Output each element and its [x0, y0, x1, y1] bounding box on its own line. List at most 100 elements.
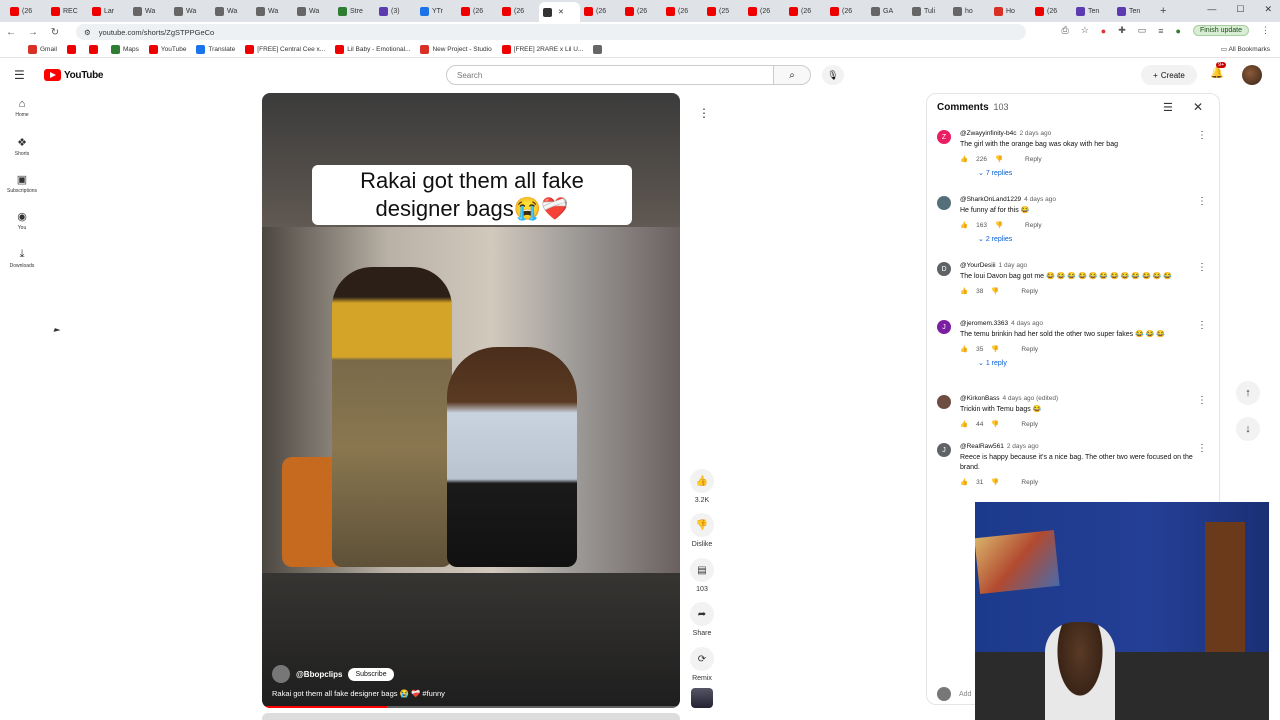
- back-icon[interactable]: ←: [0, 27, 22, 38]
- short-video-player[interactable]: Rakai got them all fake designer bags😭❤️…: [262, 93, 680, 708]
- comment-avatar[interactable]: J: [937, 443, 951, 457]
- comment-more-icon[interactable]: ⋮: [1197, 262, 1207, 273]
- add-comment-row[interactable]: Add: [937, 687, 971, 701]
- comment-more-icon[interactable]: ⋮: [1197, 130, 1207, 141]
- reply-button[interactable]: Reply: [1025, 156, 1042, 163]
- comment-author[interactable]: @SharkOnLand1229: [960, 196, 1021, 203]
- voice-search-button[interactable]: 🎙: [822, 65, 844, 85]
- view-replies-button[interactable]: ⌄ 7 replies: [978, 169, 1207, 177]
- reply-button[interactable]: Reply: [1025, 222, 1042, 229]
- close-icon[interactable]: ✕: [1193, 100, 1203, 114]
- browser-tab[interactable]: Stre: [334, 2, 375, 20]
- browser-tab[interactable]: Wa: [293, 2, 334, 20]
- youtube-logo[interactable]: YouTube: [44, 69, 104, 81]
- browser-tab[interactable]: (26: [6, 2, 47, 20]
- bookmark-item[interactable]: [593, 45, 605, 54]
- browser-tab[interactable]: (26: [744, 2, 785, 20]
- comment-author[interactable]: @RealRaw561: [960, 443, 1004, 450]
- browser-tab[interactable]: Ten: [1113, 2, 1154, 20]
- reply-button[interactable]: Reply: [1021, 479, 1038, 486]
- browser-tab[interactable]: Wa: [252, 2, 293, 20]
- star-icon[interactable]: ☆: [1081, 25, 1089, 36]
- browser-tab[interactable]: ✕: [539, 2, 580, 22]
- next-short-preview[interactable]: [262, 713, 680, 720]
- reply-button[interactable]: Reply: [1021, 421, 1038, 428]
- close-window-icon[interactable]: ✕: [1264, 4, 1272, 15]
- comment-author[interactable]: @Zwayyinfinity-b4c: [960, 130, 1016, 137]
- comment-more-icon[interactable]: ⋮: [1197, 395, 1207, 406]
- more-options-icon[interactable]: ⋮: [698, 106, 710, 120]
- bookmark-item[interactable]: [FREE] 2RARE x Lil U...: [501, 45, 583, 54]
- profile-icon[interactable]: ●: [1176, 26, 1181, 36]
- search-button[interactable]: ⌕: [773, 65, 811, 85]
- bookmark-item[interactable]: Maps: [110, 45, 139, 54]
- create-button[interactable]: + Create: [1141, 65, 1197, 85]
- comment-like-icon[interactable]: 👍: [960, 155, 968, 163]
- browser-tab[interactable]: (26: [826, 2, 867, 20]
- comment-like-icon[interactable]: 👍: [960, 345, 968, 353]
- bookmark-item[interactable]: Gmail: [28, 45, 57, 54]
- bookmark-item[interactable]: YouTube: [148, 45, 186, 54]
- bookmark-item[interactable]: New Project - Studio: [420, 45, 492, 54]
- browser-tab[interactable]: YTr: [416, 2, 457, 20]
- new-tab-button[interactable]: +: [1160, 5, 1166, 17]
- comment-avatar[interactable]: D: [937, 262, 951, 276]
- comment-more-icon[interactable]: ⋮: [1197, 443, 1207, 454]
- browser-tab[interactable]: Wa: [211, 2, 252, 20]
- sound-thumbnail[interactable]: [691, 688, 713, 708]
- comment-author[interactable]: @YourDesiii: [960, 262, 996, 269]
- reply-button[interactable]: Reply: [1021, 288, 1038, 295]
- comment-avatar[interactable]: Z: [937, 130, 951, 144]
- comment-like-icon[interactable]: 👍: [960, 221, 968, 229]
- browser-tab[interactable]: (26: [457, 2, 498, 20]
- comment-author[interactable]: @KirkonBass: [960, 395, 999, 402]
- browser-tab[interactable]: Ho: [990, 2, 1031, 20]
- bookmark-item[interactable]: [66, 45, 79, 54]
- previous-short-button[interactable]: ↑: [1236, 381, 1260, 405]
- minimize-icon[interactable]: —: [1207, 4, 1216, 15]
- sidebar-item-you[interactable]: ◉ You: [0, 210, 44, 231]
- maximize-icon[interactable]: ☐: [1236, 4, 1244, 15]
- comment-more-icon[interactable]: ⋮: [1197, 320, 1207, 331]
- more-icon[interactable]: ⋮: [1261, 25, 1270, 36]
- comment-dislike-icon[interactable]: 👎: [991, 287, 999, 295]
- browser-tab[interactable]: ho: [949, 2, 990, 20]
- comment-avatar[interactable]: [937, 395, 951, 409]
- browser-tab[interactable]: (26: [662, 2, 703, 20]
- browser-tab[interactable]: (26: [1031, 2, 1072, 20]
- comment-avatar[interactable]: [937, 196, 951, 210]
- puzzle-icon[interactable]: ✚: [1118, 25, 1126, 36]
- channel-name[interactable]: @Bbopclips: [296, 670, 342, 679]
- browser-tab[interactable]: Ten: [1072, 2, 1113, 20]
- all-bookmarks[interactable]: ▭ All Bookmarks: [1221, 45, 1270, 53]
- view-replies-button[interactable]: ⌄ 1 reply: [978, 359, 1207, 367]
- bookmark-item[interactable]: Translate: [196, 45, 235, 54]
- subscribe-button[interactable]: Subscribe: [348, 667, 394, 681]
- sidebar-item-downloads[interactable]: ⤓ Downloads: [0, 248, 44, 269]
- video-progress-bar[interactable]: [262, 706, 680, 708]
- browser-tab[interactable]: (25: [703, 2, 744, 20]
- browser-tab[interactable]: (3): [375, 2, 416, 20]
- browser-tab[interactable]: (26: [498, 2, 539, 20]
- dislike-button[interactable]: 👎 Dislike: [688, 513, 716, 548]
- browser-tab[interactable]: Tuli: [908, 2, 949, 20]
- share-button[interactable]: ➦ Share: [688, 602, 716, 637]
- account-avatar[interactable]: [1242, 65, 1262, 85]
- close-tab-icon[interactable]: ✕: [558, 8, 564, 16]
- bookmark-item[interactable]: [FREE] Central Cee x...: [245, 45, 325, 54]
- comment-dislike-icon[interactable]: 👎: [995, 155, 1003, 163]
- view-replies-button[interactable]: ⌄ 2 replies: [978, 235, 1207, 243]
- install-icon[interactable]: ⎙: [1061, 25, 1068, 36]
- browser-tab[interactable]: (26: [785, 2, 826, 20]
- comment-like-icon[interactable]: 👍: [960, 478, 968, 486]
- comment-dislike-icon[interactable]: 👎: [995, 221, 1003, 229]
- browser-tab[interactable]: Wa: [170, 2, 211, 20]
- url-field[interactable]: ⚙ youtube.com/shorts/ZgSTPPGeCo: [76, 24, 1026, 40]
- cast-icon[interactable]: ▭: [1138, 25, 1147, 36]
- media-icon[interactable]: ≡: [1158, 26, 1163, 36]
- channel-avatar[interactable]: [272, 665, 290, 683]
- bookmark-item[interactable]: [88, 45, 101, 54]
- browser-tab[interactable]: GA: [867, 2, 908, 20]
- bookmark-item[interactable]: Lil Baby - Emotional...: [335, 45, 410, 54]
- comment-like-icon[interactable]: 👍: [960, 287, 968, 295]
